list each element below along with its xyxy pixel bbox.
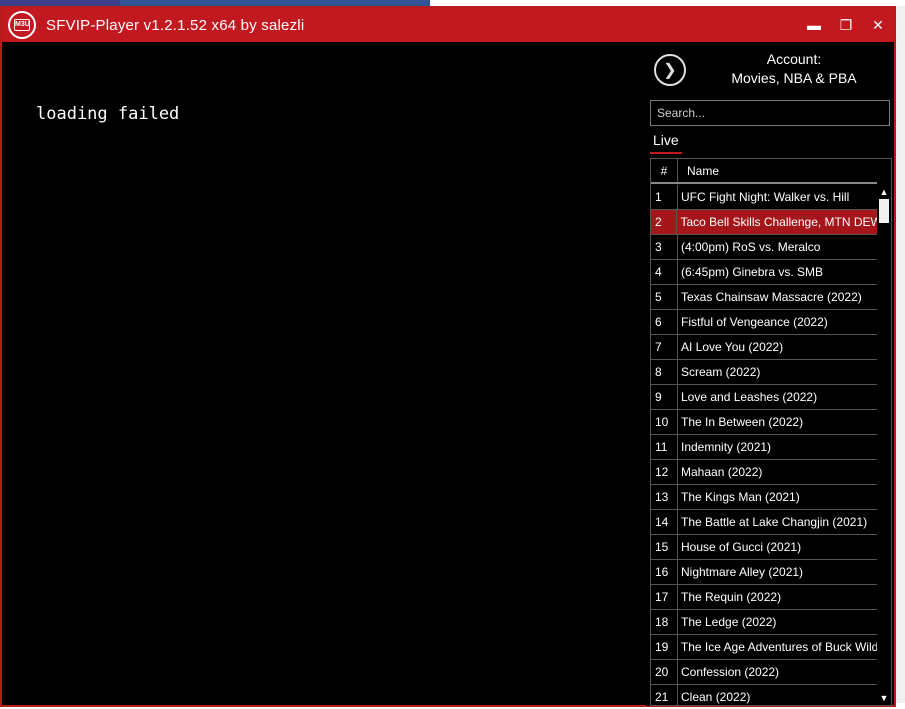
table-row[interactable]: 20 Confession (2022) [651, 660, 877, 685]
scroll-down-icon[interactable]: ▼ [877, 691, 891, 705]
video-area[interactable]: loading failed [6, 44, 642, 704]
row-number: 13 [651, 485, 678, 509]
title-bar[interactable]: M3U SFVIP-Player v1.2.1.52 x64 by salezl… [2, 8, 894, 42]
row-number: 15 [651, 535, 678, 559]
row-number: 1 [651, 185, 678, 209]
app-logo-icon: M3U [8, 11, 36, 39]
account-label: Account: [766, 51, 822, 67]
table-row[interactable]: 15 House of Gucci (2021) [651, 535, 877, 560]
row-number: 16 [651, 560, 678, 584]
row-title: The Kings Man (2021) [681, 490, 800, 504]
row-title: (6:45pm) Ginebra vs. SMB [681, 265, 824, 279]
row-title: Nightmare Alley (2021) [681, 565, 804, 579]
table-row[interactable]: 13 The Kings Man (2021) [651, 485, 877, 510]
table-row[interactable]: 5 Texas Chainsaw Massacre (2022) [651, 285, 877, 310]
row-title: Clean (2022) [681, 690, 751, 704]
row-number: 6 [651, 310, 678, 334]
table-row[interactable]: 6 Fistful of Vengeance (2022) [651, 310, 877, 335]
table-row[interactable]: 4 (6:45pm) Ginebra vs. SMB [651, 260, 877, 285]
row-title: Indemnity (2021) [681, 440, 772, 454]
row-title: (4:00pm) RoS vs. Meralco [681, 240, 821, 254]
row-title: The Battle at Lake Changjin (2021) [681, 515, 868, 529]
channel-list: # Name 1 UFC Fight Night: Walker vs. Hill… [650, 158, 892, 706]
window-title: SFVIP-Player v1.2.1.52 x64 by salezli [46, 16, 305, 34]
table-row[interactable]: 21 Clean (2022) [651, 685, 877, 705]
maximize-button[interactable]: ❐ [830, 8, 862, 42]
row-number: 2 [651, 210, 678, 234]
table-row[interactable]: 16 Nightmare Alley (2021) [651, 560, 877, 585]
row-number: 18 [651, 610, 678, 634]
row-number: 8 [651, 360, 678, 384]
row-number: 10 [651, 410, 678, 434]
header-name[interactable]: Name [678, 159, 719, 182]
scroll-thumb[interactable] [879, 199, 889, 223]
table-row[interactable]: 12 Mahaan (2022) [651, 460, 877, 485]
table-row[interactable]: 14 The Battle at Lake Changjin (2021) [651, 510, 877, 535]
table-row[interactable]: 9 Love and Leashes (2022) [651, 385, 877, 410]
chevron-right-icon[interactable]: ❯ [654, 54, 686, 86]
table-row[interactable]: 2 Taco Bell Skills Challenge, MTN DEW [651, 210, 877, 235]
search-input[interactable] [650, 100, 890, 126]
row-number: 7 [651, 335, 678, 359]
row-title: Mahaan (2022) [681, 465, 763, 479]
minimize-button[interactable]: ▬ [798, 8, 830, 42]
row-number: 20 [651, 660, 678, 684]
row-title: The Requin (2022) [681, 590, 782, 604]
table-row[interactable]: 18 The Ledge (2022) [651, 610, 877, 635]
channel-rows: 1 UFC Fight Night: Walker vs. Hill 2 Taco B… [651, 185, 877, 705]
table-row[interactable]: 1 UFC Fight Night: Walker vs. Hill [651, 185, 877, 210]
table-row[interactable]: 11 Indemnity (2021) [651, 435, 877, 460]
playlist-sidebar: ❯ Account: Movies, NBA & PBA Live # Name… [646, 44, 892, 706]
row-title: AI Love You (2022) [681, 340, 784, 354]
row-number: 11 [651, 435, 678, 459]
header-num[interactable]: # [651, 159, 678, 182]
table-row[interactable]: 19 The Ice Age Adventures of Buck Wild [651, 635, 877, 660]
row-number: 19 [651, 635, 678, 659]
row-number: 17 [651, 585, 678, 609]
account-row: ❯ Account: Movies, NBA & PBA [646, 50, 892, 90]
row-title: The Ice Age Adventures of Buck Wild [680, 640, 877, 654]
window-controls: ▬ ❐ ✕ [798, 8, 894, 42]
row-number: 14 [651, 510, 678, 534]
row-number: 5 [651, 285, 678, 309]
row-title: House of Gucci (2021) [681, 540, 802, 554]
row-number: 21 [651, 685, 678, 705]
row-number: 12 [651, 460, 678, 484]
row-title: Taco Bell Skills Challenge, MTN DEW [680, 215, 877, 229]
table-row[interactable]: 8 Scream (2022) [651, 360, 877, 385]
player-status-message: loading failed [36, 104, 180, 124]
row-title: The Ledge (2022) [681, 615, 777, 629]
row-title: Love and Leashes (2022) [681, 390, 818, 404]
app-logo-text: M3U [14, 19, 30, 31]
table-row[interactable]: 7 AI Love You (2022) [651, 335, 877, 360]
row-title: UFC Fight Night: Walker vs. Hill [681, 190, 850, 204]
row-number: 4 [651, 260, 678, 284]
list-header: # Name [651, 159, 877, 184]
table-row[interactable]: 17 The Requin (2022) [651, 585, 877, 610]
account-info: Account: Movies, NBA & PBA [696, 50, 892, 88]
tab-live[interactable]: Live [650, 130, 682, 154]
row-title: Scream (2022) [681, 365, 761, 379]
close-button[interactable]: ✕ [862, 8, 894, 42]
scroll-up-icon[interactable]: ▲ [877, 185, 891, 199]
row-number: 9 [651, 385, 678, 409]
player-window: M3U SFVIP-Player v1.2.1.52 x64 by salezl… [0, 6, 896, 707]
table-row[interactable]: 10 The In Between (2022) [651, 410, 877, 435]
row-title: Confession (2022) [681, 665, 780, 679]
row-title: Fistful of Vengeance (2022) [681, 315, 828, 329]
list-scrollbar[interactable]: ▲ ▼ [877, 185, 891, 705]
row-number: 3 [651, 235, 678, 259]
row-title: The In Between (2022) [681, 415, 804, 429]
row-title: Texas Chainsaw Massacre (2022) [681, 290, 862, 304]
account-name: Movies, NBA & PBA [731, 70, 857, 86]
table-row[interactable]: 3 (4:00pm) RoS vs. Meralco [651, 235, 877, 260]
